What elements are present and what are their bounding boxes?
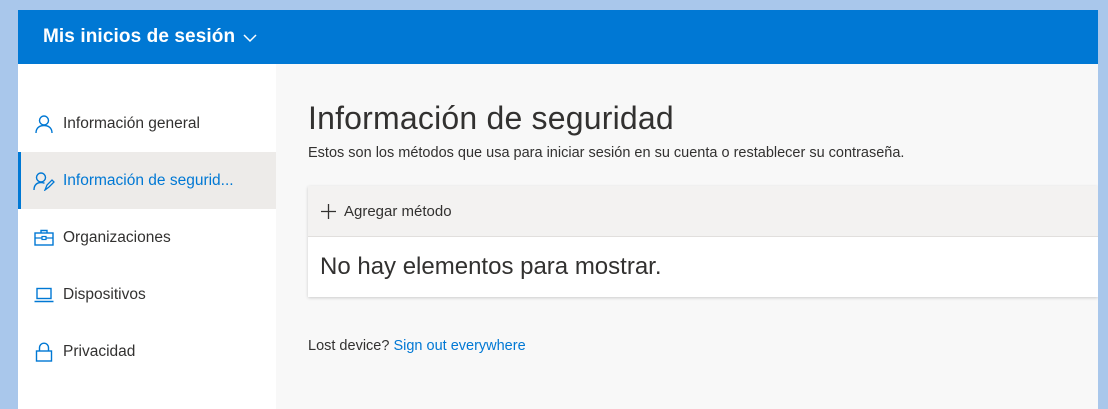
methods-card: Agregar método No hay elementos para mos… bbox=[308, 186, 1098, 297]
sidebar-item-overview[interactable]: Información general bbox=[18, 95, 276, 152]
sidebar-item-label: Información general bbox=[63, 114, 200, 132]
person-icon bbox=[33, 113, 55, 135]
add-method-label: Agregar método bbox=[344, 202, 452, 220]
page-subtitle: Estos son los métodos que usa para inici… bbox=[308, 145, 905, 161]
chevron-down-icon bbox=[243, 33, 257, 43]
sign-out-everywhere-link[interactable]: Sign out everywhere bbox=[393, 338, 525, 354]
add-method-button[interactable]: Agregar método bbox=[308, 186, 1098, 237]
empty-state-message: No hay elementos para mostrar. bbox=[320, 253, 662, 280]
briefcase-icon bbox=[33, 227, 55, 249]
sidebar-item-organizations[interactable]: Organizaciones bbox=[18, 209, 276, 266]
lock-icon bbox=[33, 341, 55, 363]
sidebar-item-label: Organizaciones bbox=[63, 228, 171, 246]
page-title: Información de seguridad bbox=[308, 100, 674, 136]
app-title: Mis inicios de sesión bbox=[43, 26, 236, 47]
sidebar: Información general Información de segur… bbox=[18, 64, 276, 409]
sidebar-item-label: Dispositivos bbox=[63, 285, 146, 303]
security-info-icon bbox=[33, 170, 55, 192]
lost-device-text: Lost device? bbox=[308, 338, 390, 354]
sidebar-item-label: Información de segurid... bbox=[63, 171, 234, 189]
sidebar-item-privacy[interactable]: Privacidad bbox=[18, 323, 276, 380]
plus-icon bbox=[320, 203, 337, 220]
lost-device-row: Lost device? Sign out everywhere bbox=[308, 338, 1098, 354]
sidebar-item-devices[interactable]: Dispositivos bbox=[18, 266, 276, 323]
sidebar-item-label: Privacidad bbox=[63, 342, 136, 360]
laptop-icon bbox=[33, 284, 55, 306]
main-content: Información de seguridad Estos son los m… bbox=[276, 64, 1098, 409]
sidebar-item-security-info[interactable]: Información de segurid... bbox=[18, 152, 276, 209]
my-sign-ins-menu[interactable]: Mis inicios de sesión bbox=[18, 10, 1098, 64]
app-window: Mis inicios de sesión Información genera… bbox=[18, 10, 1098, 409]
